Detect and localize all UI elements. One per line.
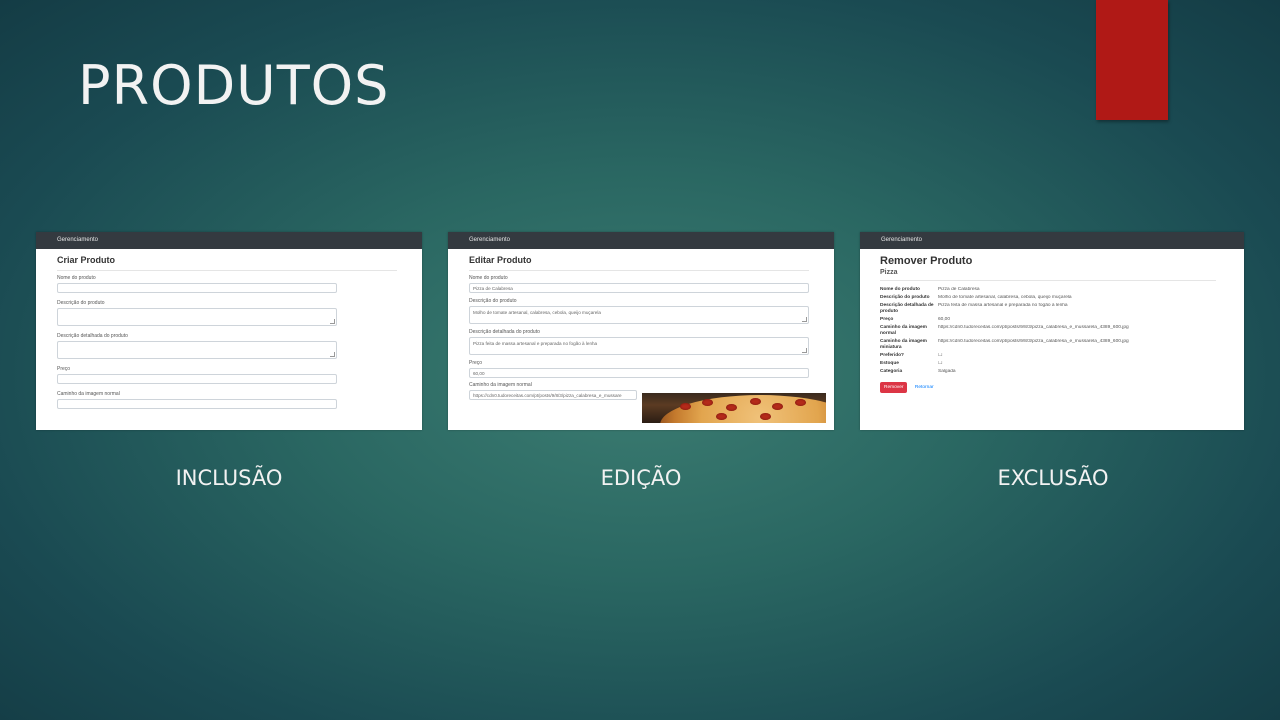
product-details: Nome do produto Pizza de Calabresa Descr…: [880, 287, 1223, 375]
detail-label: Caminho da imagem miniatura: [880, 339, 927, 350]
caption-delete: EXCLUSÃO: [997, 466, 1109, 490]
checkbox-icon: ☐: [938, 361, 943, 366]
price-input[interactable]: 60,00: [469, 368, 809, 378]
create-heading: Criar Produto: [57, 255, 116, 265]
return-link[interactable]: Retornar: [915, 385, 934, 390]
detail-label: Preferido?: [880, 353, 904, 358]
pepperoni: [750, 398, 761, 405]
description-label: Descrição do produto: [57, 300, 105, 306]
navbar-brand[interactable]: Gerenciamento: [881, 237, 922, 243]
price-label: Preço: [57, 366, 71, 372]
description-textarea[interactable]: [57, 308, 337, 326]
navbar: Gerenciamento: [448, 232, 834, 249]
pepperoni: [795, 399, 806, 406]
delete-heading: Remover Produto: [880, 255, 973, 267]
create-form: Criar Produto Nome do produto Descrição …: [36, 249, 422, 409]
detailed-description-textarea[interactable]: [57, 341, 337, 359]
pizza-image: [642, 393, 826, 423]
edit-heading: Editar Produto: [469, 255, 532, 265]
navbar-brand[interactable]: Gerenciamento: [57, 237, 98, 243]
detail-value: Salgada: [938, 369, 956, 374]
image-path-label: Caminho da imagem normal: [57, 391, 120, 397]
name-input[interactable]: [57, 283, 337, 293]
detail-label: Caminho da imagem normal: [880, 325, 927, 336]
pepperoni: [716, 413, 727, 420]
pepperoni: [680, 403, 691, 410]
pizza-disc: [660, 395, 826, 423]
divider: [880, 280, 1216, 281]
caption-create: INCLUSÃO: [175, 466, 283, 490]
caption-edit: EDIÇÃO: [600, 466, 682, 490]
name-input[interactable]: Pizza de Calabresa: [469, 283, 809, 293]
remove-button[interactable]: Remover: [880, 382, 908, 393]
detail-label: Categoria: [880, 369, 903, 374]
pepperoni: [726, 404, 737, 411]
navbar: Gerenciamento: [36, 232, 422, 249]
delete-panel: Remover Produto Pizza Nome do produto Pi…: [860, 249, 1244, 393]
image-path-input[interactable]: https://cdn0.tudoreceitas.com/pt/posts/9…: [469, 390, 637, 400]
delete-product-screenshot: Gerenciamento Remover Produto Pizza Nome…: [860, 232, 1244, 430]
detail-label: Descrição detalhada de produto: [880, 303, 934, 314]
detail-label: Preço: [880, 317, 894, 322]
price-label: Preço: [469, 360, 483, 366]
slide-title: PRODUTOS: [78, 54, 390, 117]
delete-subheading: Pizza: [880, 269, 898, 276]
edit-form: Editar Produto Nome do produto Pizza de …: [448, 249, 834, 400]
detailed-description-textarea[interactable]: Pizza feita de massa artesanal e prepara…: [469, 337, 809, 355]
navbar-brand[interactable]: Gerenciamento: [469, 237, 510, 243]
description-label: Descrição do produto: [469, 298, 517, 304]
name-label: Nome do produto: [57, 275, 96, 281]
create-product-screenshot: Gerenciamento Criar Produto Nome do prod…: [36, 232, 422, 430]
divider: [469, 270, 809, 271]
detail-label: Estoque: [880, 361, 899, 366]
image-path-label: Caminho da imagem normal: [469, 382, 532, 388]
price-input[interactable]: [57, 374, 337, 384]
checkbox-icon: ☐: [938, 353, 943, 358]
detailed-description-label: Descrição detalhada do produto: [57, 333, 128, 339]
edit-product-screenshot: Gerenciamento Editar Produto Nome do pro…: [448, 232, 834, 430]
pepperoni: [760, 413, 771, 420]
detail-label: Descrição do produto: [880, 295, 930, 300]
detail-label: Nome do produto: [880, 287, 920, 292]
divider: [57, 270, 397, 271]
navbar: Gerenciamento: [860, 232, 1244, 249]
detail-value: Pizza de Calabresa: [938, 287, 980, 292]
image-path-input[interactable]: [57, 399, 337, 409]
name-label: Nome do produto: [469, 275, 508, 281]
description-textarea[interactable]: Molho de tomate artesanal, calabresa, ce…: [469, 306, 809, 324]
pepperoni: [702, 399, 713, 406]
pepperoni: [772, 403, 783, 410]
detail-value: https://cdn0.tudoreceitas.com/pt/posts/9…: [938, 339, 1129, 344]
detail-value: Molho de tomate artesanal, calabresa, ce…: [938, 295, 1072, 300]
accent-bar: [1096, 0, 1168, 120]
detailed-description-label: Descrição detalhada do produto: [469, 329, 540, 335]
detail-value: https://cdn0.tudoreceitas.com/pt/posts/9…: [938, 325, 1129, 330]
detail-value: Pizza feita de massa artesanal e prepara…: [938, 303, 1068, 308]
detail-value: 60,00: [938, 317, 951, 322]
